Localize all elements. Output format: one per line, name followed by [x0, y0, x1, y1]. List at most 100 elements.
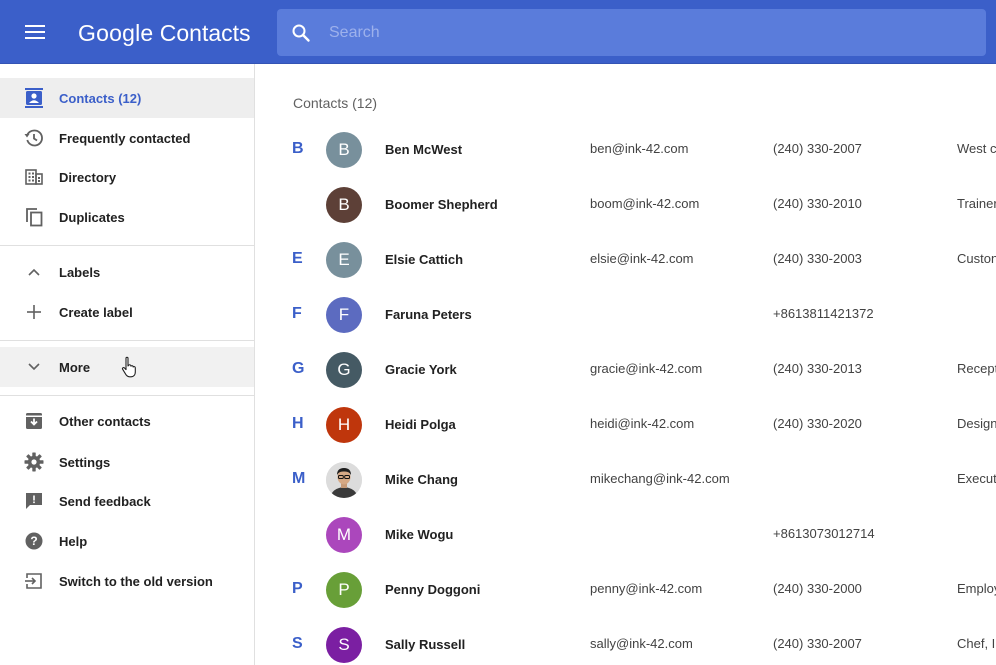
- contact-name: Mike Chang: [385, 472, 458, 487]
- avatar: F: [326, 297, 362, 333]
- contact-name: Faruna Peters: [385, 307, 472, 322]
- section-letter: E: [292, 250, 303, 267]
- search-icon[interactable]: [277, 9, 325, 56]
- gear-icon: [22, 450, 46, 474]
- help-icon: ?: [22, 529, 46, 553]
- contact-phone: (240) 330-2000: [773, 581, 862, 596]
- sidebar-item-send-feedback[interactable]: Send feedback: [0, 481, 254, 521]
- sidebar-item-help[interactable]: ? Help: [0, 521, 254, 561]
- contact-row[interactable]: P P Penny Doggoni penny@ink-42.com (240)…: [256, 563, 996, 618]
- sidebar-item-create-label[interactable]: Create label: [0, 292, 254, 332]
- avatar: S: [326, 627, 362, 663]
- mouse-pointer-hand-icon: [121, 356, 136, 378]
- sidebar-item-label: Contacts (12): [59, 90, 142, 106]
- contact-row[interactable]: B B Ben McWest ben@ink-42.com (240) 330-…: [256, 123, 996, 178]
- avatar: E: [326, 242, 362, 278]
- avatar: P: [326, 572, 362, 608]
- contact-name: Penny Doggoni: [385, 582, 481, 597]
- sidebar-item-label: Switch to the old version: [59, 573, 213, 589]
- app-title-product: Contacts: [159, 20, 251, 46]
- sidebar-item-frequently-contacted[interactable]: Frequently contacted: [0, 118, 254, 158]
- sidebar: Contacts (12) Frequently contacted Direc…: [0, 64, 255, 665]
- sidebar-item-label: Create label: [59, 304, 133, 320]
- contact-row[interactable]: F F Faruna Peters +8613811421372: [256, 288, 996, 343]
- exit-to-app-icon: [22, 569, 46, 593]
- contact-job-title: Employ: [957, 581, 996, 596]
- contact-email: penny@ink-42.com: [590, 581, 703, 596]
- contact-row[interactable]: M Mike Wogu +8613073012714: [256, 508, 996, 563]
- contact-job-title: Custon: [957, 251, 996, 266]
- contact-phone: (240) 330-2007: [773, 636, 862, 651]
- contact-row[interactable]: E E Elsie Cattich elsie@ink-42.com (240)…: [256, 233, 996, 288]
- sidebar-item-switch-old-version[interactable]: Switch to the old version: [0, 561, 254, 601]
- contact-row[interactable]: M Mike Chang mikechang@ink-42.com Execut: [256, 453, 996, 508]
- contact-phone: (240) 330-2003: [773, 251, 862, 266]
- contacts-list-pane: Contacts (12) B B Ben McWest ben@ink-42.…: [256, 64, 996, 665]
- contacts-icon: [22, 86, 46, 110]
- avatar: G: [326, 352, 362, 388]
- svg-text:?: ?: [30, 534, 37, 548]
- search-box[interactable]: [277, 9, 986, 56]
- contact-row[interactable]: B Boomer Shepherd boom@ink-42.com (240) …: [256, 178, 996, 233]
- sidebar-divider: [0, 395, 254, 396]
- inbox-download-icon: [22, 409, 46, 433]
- contact-row[interactable]: S S Sally Russell sally@ink-42.com (240)…: [256, 618, 996, 665]
- contact-job-title: Trainer: [957, 196, 996, 211]
- app-title[interactable]: Google Contacts: [78, 18, 251, 48]
- sidebar-item-label: Labels: [59, 264, 101, 280]
- avatar: M: [326, 517, 362, 553]
- contact-name: Ben McWest: [385, 142, 463, 157]
- section-letter: B: [292, 140, 304, 157]
- contact-email: mikechang@ink-42.com: [590, 471, 730, 486]
- chevron-down-icon: [22, 355, 46, 379]
- directory-icon: [22, 165, 46, 189]
- contact-job-title: Recept: [957, 361, 996, 376]
- contact-row[interactable]: H H Heidi Polga heidi@ink-42.com (240) 3…: [256, 398, 996, 453]
- section-letter: F: [292, 305, 302, 322]
- feedback-icon: [22, 489, 46, 513]
- contact-phone: (240) 330-2007: [773, 141, 862, 156]
- contact-job-title: West c: [957, 141, 996, 156]
- sidebar-item-label: More: [59, 359, 91, 375]
- sidebar-item-label: Send feedback: [59, 493, 151, 509]
- contact-phone: (240) 330-2010: [773, 196, 862, 211]
- sidebar-item-label: Help: [59, 533, 88, 549]
- section-letter: M: [292, 470, 306, 487]
- contact-name: Boomer Shepherd: [385, 197, 498, 212]
- contact-phone: +8613811421372: [773, 306, 874, 321]
- contact-email: boom@ink-42.com: [590, 196, 700, 211]
- sidebar-item-directory[interactable]: Directory: [0, 157, 254, 197]
- sidebar-item-settings[interactable]: Settings: [0, 442, 254, 482]
- contact-name: Gracie York: [385, 362, 457, 377]
- contact-name: Sally Russell: [385, 637, 466, 652]
- contact-name: Elsie Cattich: [385, 252, 464, 267]
- main-menu-button[interactable]: [18, 16, 52, 48]
- contact-job-title: Design: [957, 416, 996, 431]
- section-letter: H: [292, 415, 304, 432]
- contact-phone: +8613073012714: [773, 526, 875, 541]
- chevron-up-icon: [22, 260, 46, 284]
- sidebar-item-label: Frequently contacted: [59, 130, 191, 146]
- sidebar-divider: [0, 245, 254, 246]
- contact-name: Mike Wogu: [385, 527, 454, 542]
- avatar: B: [326, 187, 362, 223]
- history-icon: [22, 126, 46, 150]
- app-header: Google Contacts: [0, 0, 996, 64]
- sidebar-item-contacts[interactable]: Contacts (12): [0, 78, 254, 118]
- contact-email: elsie@ink-42.com: [590, 251, 694, 266]
- contact-job-title: Execut: [957, 471, 996, 486]
- sidebar-item-label: Directory: [59, 169, 117, 185]
- contact-email: ben@ink-42.com: [590, 141, 689, 156]
- sidebar-item-other-contacts[interactable]: Other contacts: [0, 401, 254, 441]
- plus-icon: [22, 300, 46, 324]
- contact-phone: (240) 330-2020: [773, 416, 862, 431]
- sidebar-item-duplicates[interactable]: Duplicates: [0, 197, 254, 237]
- contact-email: heidi@ink-42.com: [590, 416, 695, 431]
- search-input[interactable]: [325, 9, 986, 56]
- duplicates-icon: [22, 205, 46, 229]
- contact-name: Heidi Polga: [385, 417, 456, 432]
- contact-row[interactable]: G G Gracie York gracie@ink-42.com (240) …: [256, 343, 996, 398]
- avatar: H: [326, 407, 362, 443]
- sidebar-item-labels[interactable]: Labels: [0, 252, 254, 292]
- avatar-photo: [326, 462, 362, 498]
